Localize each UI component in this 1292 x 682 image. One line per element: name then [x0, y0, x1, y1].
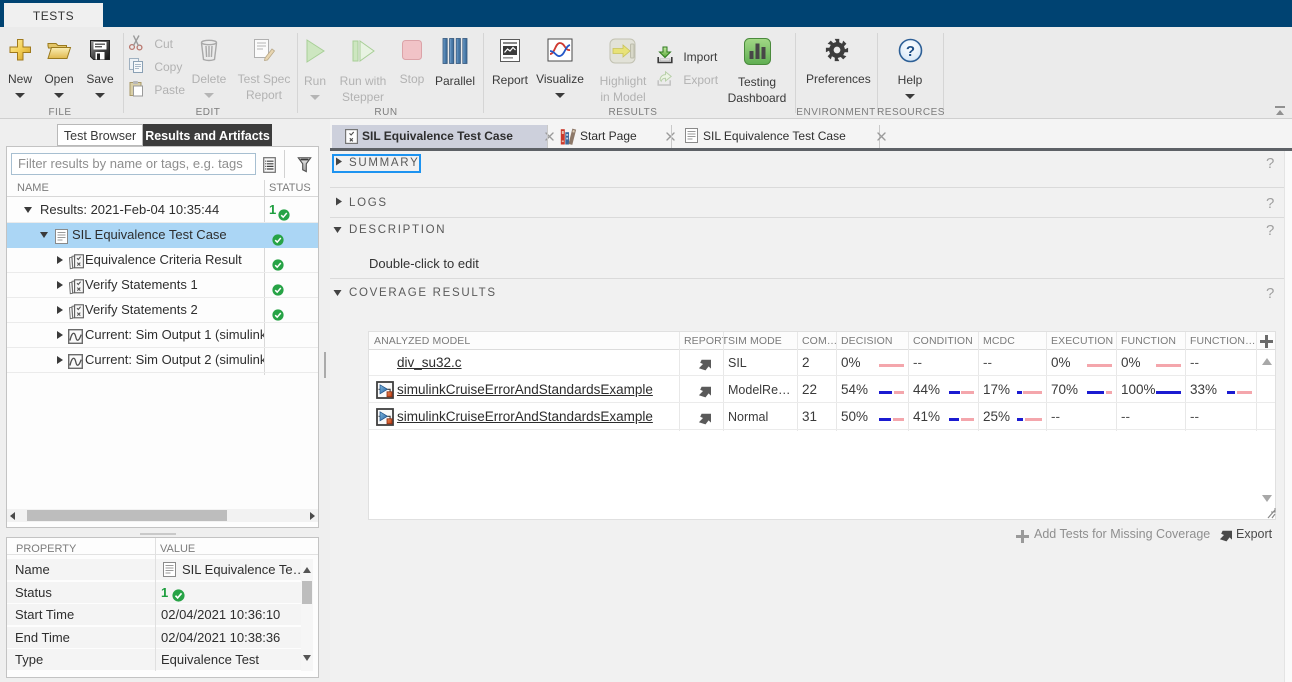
- svg-text:?: ?: [905, 43, 914, 60]
